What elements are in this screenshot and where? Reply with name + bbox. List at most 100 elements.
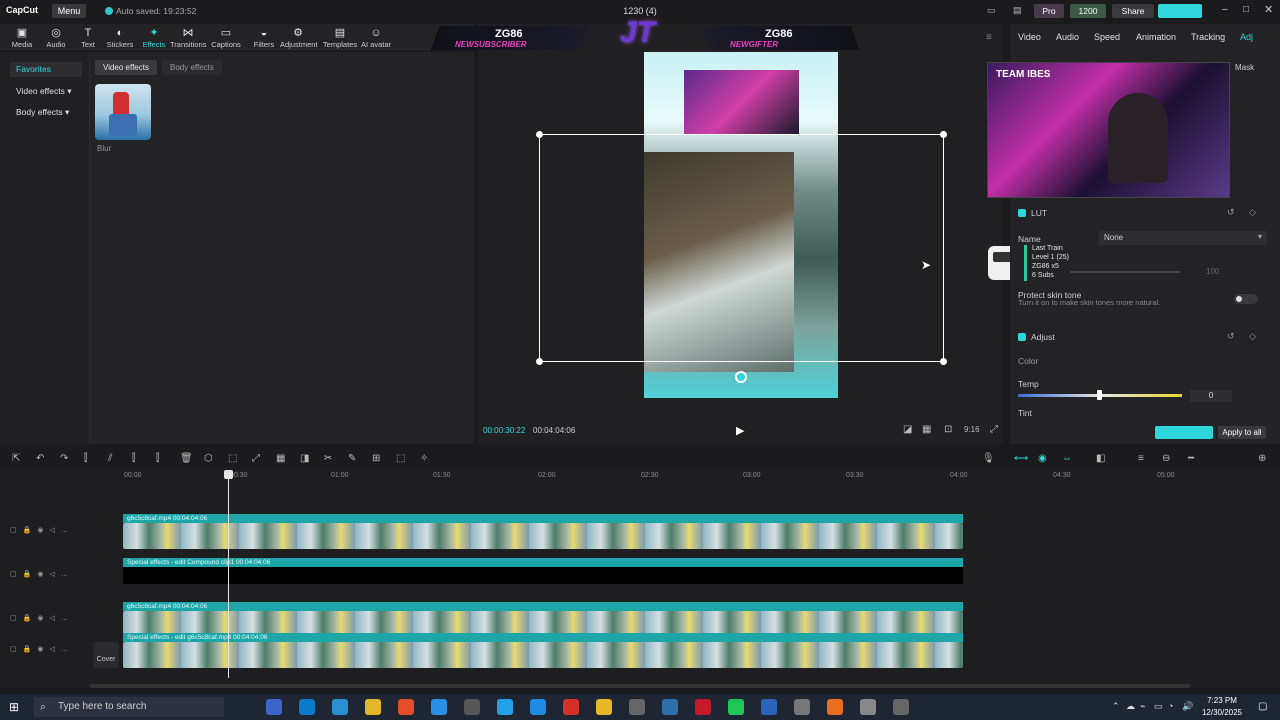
cover-button[interactable]: Cover xyxy=(93,642,119,668)
tool-text[interactable]: T Text xyxy=(70,26,106,49)
taskbar-app-icon[interactable] xyxy=(728,699,744,715)
track-clip[interactable] xyxy=(123,642,963,668)
layout-icon[interactable]: ▭ xyxy=(987,5,996,16)
playhead[interactable] xyxy=(228,472,229,678)
track-control-icon[interactable]: ◉ xyxy=(37,646,43,653)
track-control-icon[interactable]: … xyxy=(61,527,68,534)
taskbar-app-icon[interactable] xyxy=(596,699,612,715)
timeline-tool-icon[interactable]: ↶ xyxy=(36,453,44,464)
reset-icon[interactable]: ↺ xyxy=(1227,207,1235,218)
resize-handle[interactable] xyxy=(940,358,947,365)
taskbar-app-icon[interactable] xyxy=(332,699,348,715)
timeline-tool-icon[interactable]: ⫽ xyxy=(108,453,112,464)
track-controls[interactable]: ▢ 🔒 ◉ ◁… xyxy=(10,525,74,534)
mask-tab[interactable]: Mask xyxy=(1235,63,1254,72)
timeline-tool-icon[interactable]: ⬚ xyxy=(228,453,237,464)
timeline-control-icon[interactable]: ⊖ xyxy=(1162,453,1170,464)
taskbar-app-icon[interactable] xyxy=(827,699,843,715)
tool-transitions[interactable]: ⋈ Transitions xyxy=(170,26,206,49)
windows-start-icon[interactable]: ⊞ xyxy=(9,700,19,714)
apply-to-all-button[interactable]: Apply to all xyxy=(1218,426,1266,439)
resize-handle[interactable] xyxy=(536,131,543,138)
minimize-icon[interactable]: – xyxy=(1222,4,1228,15)
taskbar-app-icon[interactable] xyxy=(398,699,414,715)
rotate-icon[interactable] xyxy=(735,371,747,383)
tray-icon[interactable]: ☁ xyxy=(1126,701,1135,712)
timeline-control-icon[interactable]: ⇔ xyxy=(1062,453,1072,464)
timeline-control-icon[interactable]: ≡ xyxy=(1138,453,1144,464)
track-control-icon[interactable]: 🔒 xyxy=(23,615,32,622)
tool-adjustment[interactable]: ⚙ Adjustment xyxy=(280,26,318,49)
sidebar-item-favorites[interactable]: Favorites xyxy=(10,62,82,77)
aspect-ratio-button[interactable]: 9:16 xyxy=(964,425,980,434)
reset-icon[interactable]: ↺ xyxy=(1227,331,1235,342)
track-control-icon[interactable]: ◁ xyxy=(49,646,54,653)
tool-templates[interactable]: ▤ Templates xyxy=(322,26,358,49)
taskbar-app-icon[interactable] xyxy=(662,699,678,715)
keyframe-icon[interactable]: ◇ xyxy=(1249,331,1256,342)
playhead-handle[interactable] xyxy=(224,470,233,479)
track-control-icon[interactable]: ◉ xyxy=(37,615,43,622)
pro-badge[interactable]: Pro xyxy=(1034,4,1064,18)
taskbar-app-icon[interactable] xyxy=(761,699,777,715)
timeline-tool-icon[interactable]: ▦ xyxy=(276,453,285,464)
timeline-control-icon[interactable]: ◉ xyxy=(1038,453,1047,464)
timeline-control-icon[interactable]: ⊕ xyxy=(1258,453,1266,464)
temp-value[interactable]: 0 xyxy=(1190,390,1232,402)
timeline-tool-icon[interactable]: ✧ xyxy=(420,453,428,464)
tool-media[interactable]: ▣ Media xyxy=(4,26,40,49)
sidebar-item-body-effects[interactable]: Body effects ▾ xyxy=(10,105,82,120)
play-icon[interactable]: ▶ xyxy=(736,424,744,437)
track-control-icon[interactable]: ▢ xyxy=(10,615,17,622)
tray-icon[interactable]: 🔊 xyxy=(1182,701,1193,712)
tool-ai-avatar[interactable]: ☺ AI avatar xyxy=(358,26,394,49)
timeline-tool-icon[interactable]: ⫿ xyxy=(156,453,159,464)
credits-badge[interactable]: 1200 xyxy=(1070,4,1106,18)
track-control-icon[interactable]: 🔒 xyxy=(23,646,32,653)
timeline-tool-icon[interactable]: ⤢ xyxy=(252,453,260,464)
shortcuts-icon[interactable]: ▤ xyxy=(1013,5,1022,16)
ratio-icon[interactable]: ◪ xyxy=(903,424,912,435)
taskbar-app-icon[interactable] xyxy=(860,699,876,715)
tool-audio[interactable]: ◎ Audio xyxy=(38,26,74,49)
chip-video-effects[interactable]: Video effects xyxy=(95,60,157,75)
adjust-checkbox[interactable] xyxy=(1018,333,1026,341)
tool-effects[interactable]: ✦ Effects xyxy=(136,26,172,49)
tab-video[interactable]: Video xyxy=(1018,32,1041,42)
timeline-tool-icon[interactable]: ⫿ xyxy=(132,453,135,464)
taskbar-app-icon[interactable] xyxy=(530,699,546,715)
track-control-icon[interactable]: ◉ xyxy=(37,527,43,534)
tab-speed[interactable]: Speed xyxy=(1094,32,1120,42)
track-controls[interactable]: ▢ 🔒 ◉ ◁… xyxy=(10,644,74,653)
tool-captions[interactable]: ▭ Captions xyxy=(208,26,244,49)
tray-icon[interactable]: ⌃ xyxy=(1112,701,1120,712)
timeline-scrollbar[interactable] xyxy=(90,684,1190,688)
track-control-icon[interactable]: ◁ xyxy=(49,615,54,622)
player-menu-icon[interactable]: ≡ xyxy=(986,32,992,43)
timeline-tool-icon[interactable]: ✂ xyxy=(324,453,332,464)
tool-filters[interactable]: ◒ Filters xyxy=(246,26,282,49)
effect-thumbnail-blur[interactable] xyxy=(95,84,151,140)
menu-button[interactable]: Menu xyxy=(52,4,86,18)
sidebar-item-video-effects[interactable]: Video effects ▾ xyxy=(10,84,82,99)
snapshot-icon[interactable]: ⊡ xyxy=(944,424,952,435)
track-control-icon[interactable]: 🔒 xyxy=(23,571,32,578)
quality-icon[interactable]: ▦ xyxy=(922,424,931,435)
taskbar-app-icon[interactable] xyxy=(266,699,282,715)
taskbar-app-icon[interactable] xyxy=(464,699,480,715)
track-control-icon[interactable]: ▢ xyxy=(10,527,17,534)
timeline-tool-icon[interactable]: ⊞ xyxy=(372,453,380,464)
temp-slider-thumb[interactable] xyxy=(1097,390,1102,400)
chip-body-effects[interactable]: Body effects xyxy=(162,60,222,75)
taskbar-app-icon[interactable] xyxy=(497,699,513,715)
keyframe-icon[interactable]: ◇ xyxy=(1249,207,1256,218)
track-control-icon[interactable]: … xyxy=(61,646,68,653)
maximize-icon[interactable]: □ xyxy=(1243,4,1249,15)
taskbar-app-icon[interactable] xyxy=(299,699,315,715)
track-control-icon[interactable]: ◁ xyxy=(49,571,54,578)
save-preset-button[interactable] xyxy=(1155,426,1213,439)
track-clip[interactable] xyxy=(123,567,963,584)
track-control-icon[interactable]: ◁ xyxy=(49,527,54,534)
track-control-icon[interactable]: … xyxy=(61,571,68,578)
share-button[interactable]: Share xyxy=(1112,4,1154,18)
